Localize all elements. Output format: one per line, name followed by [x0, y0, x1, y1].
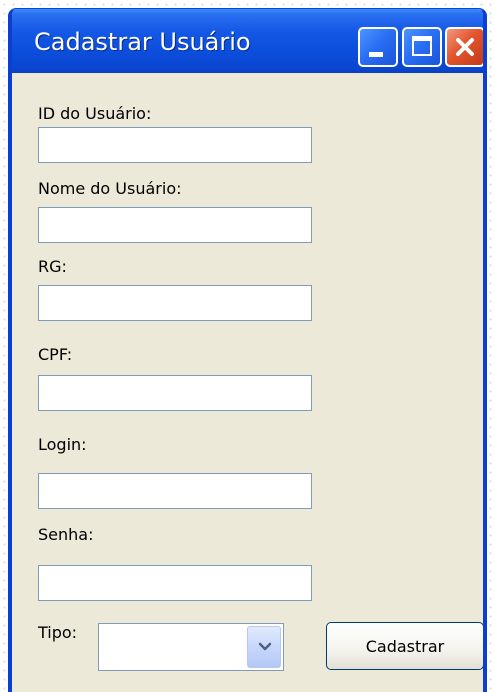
register-button[interactable]: Cadastrar — [326, 622, 483, 670]
rg-label: RG: — [38, 257, 67, 276]
user-name-input[interactable] — [38, 207, 312, 243]
window-title: Cadastrar Usuário — [34, 28, 251, 56]
login-label: Login: — [38, 435, 87, 454]
chevron-down-icon — [258, 642, 272, 651]
password-label: Senha: — [38, 525, 94, 544]
register-user-window: Cadastrar Usuário ID do Usuário: Nome do… — [8, 8, 487, 692]
rg-input[interactable] — [38, 285, 312, 321]
cpf-input[interactable] — [38, 375, 312, 411]
user-id-label: ID do Usuário: — [38, 104, 152, 123]
title-bar[interactable]: Cadastrar Usuário — [12, 9, 483, 73]
type-label: Tipo: — [38, 623, 78, 642]
maximize-button[interactable] — [402, 27, 442, 67]
maximize-icon — [412, 36, 432, 56]
minimize-icon — [369, 52, 383, 57]
user-name-label: Nome do Usuário: — [38, 179, 182, 198]
minimize-button[interactable] — [358, 27, 398, 67]
user-id-input[interactable] — [38, 127, 312, 163]
close-icon — [456, 38, 474, 56]
type-select[interactable] — [98, 623, 284, 671]
password-input[interactable] — [38, 565, 312, 601]
close-button[interactable] — [445, 27, 483, 67]
login-input[interactable] — [38, 473, 312, 509]
cpf-label: CPF: — [38, 345, 73, 364]
type-dropdown-button[interactable] — [247, 626, 281, 668]
